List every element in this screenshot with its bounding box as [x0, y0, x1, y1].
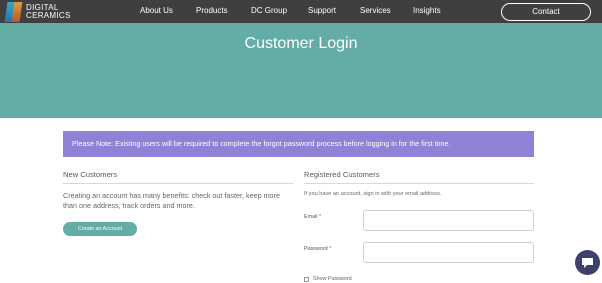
nav-dc-group[interactable]: DC Group [251, 0, 287, 23]
hero-banner: Customer Login [0, 23, 602, 118]
new-customers-divider [63, 183, 293, 184]
chat-bubble-icon [582, 258, 593, 268]
nav-about-us[interactable]: About Us [140, 0, 173, 23]
logo-mark-icon [4, 2, 23, 22]
contact-button[interactable]: Contact [501, 3, 591, 21]
page-title: Customer Login [244, 35, 358, 52]
email-label-text: Email [304, 214, 318, 220]
create-account-button[interactable]: Create an Account [63, 222, 137, 236]
nav-support[interactable]: Support [308, 0, 336, 23]
site-header: DIGITAL CERAMICS About Us Products DC Gr… [0, 0, 602, 23]
nav-insights[interactable]: Insights [413, 0, 441, 23]
site-logo[interactable]: DIGITAL CERAMICS [4, 2, 71, 22]
password-field[interactable] [363, 242, 534, 263]
logo-line-2: CERAMICS [26, 11, 71, 20]
new-customers-benefits: Creating an account has many benefits: c… [63, 191, 280, 210]
nav-services[interactable]: Services [360, 0, 391, 23]
email-required-marker: * [318, 214, 322, 220]
registered-customers-divider [304, 183, 534, 184]
show-password-option[interactable]: Show Password [304, 275, 352, 283]
show-password-checkbox[interactable] [304, 276, 309, 282]
chat-button[interactable] [575, 250, 600, 275]
password-label-text: Password [304, 246, 328, 252]
logo-text: DIGITAL CERAMICS [26, 4, 71, 20]
password-label: Password * [304, 246, 331, 252]
registered-customers-title: Registered Customers [304, 170, 380, 179]
email-field[interactable] [363, 210, 534, 231]
notice-banner: Please Note: Existing users will be requ… [63, 131, 534, 157]
password-required-marker: * [329, 246, 332, 252]
nav-products[interactable]: Products [196, 0, 228, 23]
new-customers-title: New Customers [63, 170, 118, 179]
registered-customers-intro: If you have an account, sign in with you… [304, 191, 442, 197]
email-label: Email * [304, 214, 321, 220]
show-password-label: Show Password [313, 276, 352, 282]
